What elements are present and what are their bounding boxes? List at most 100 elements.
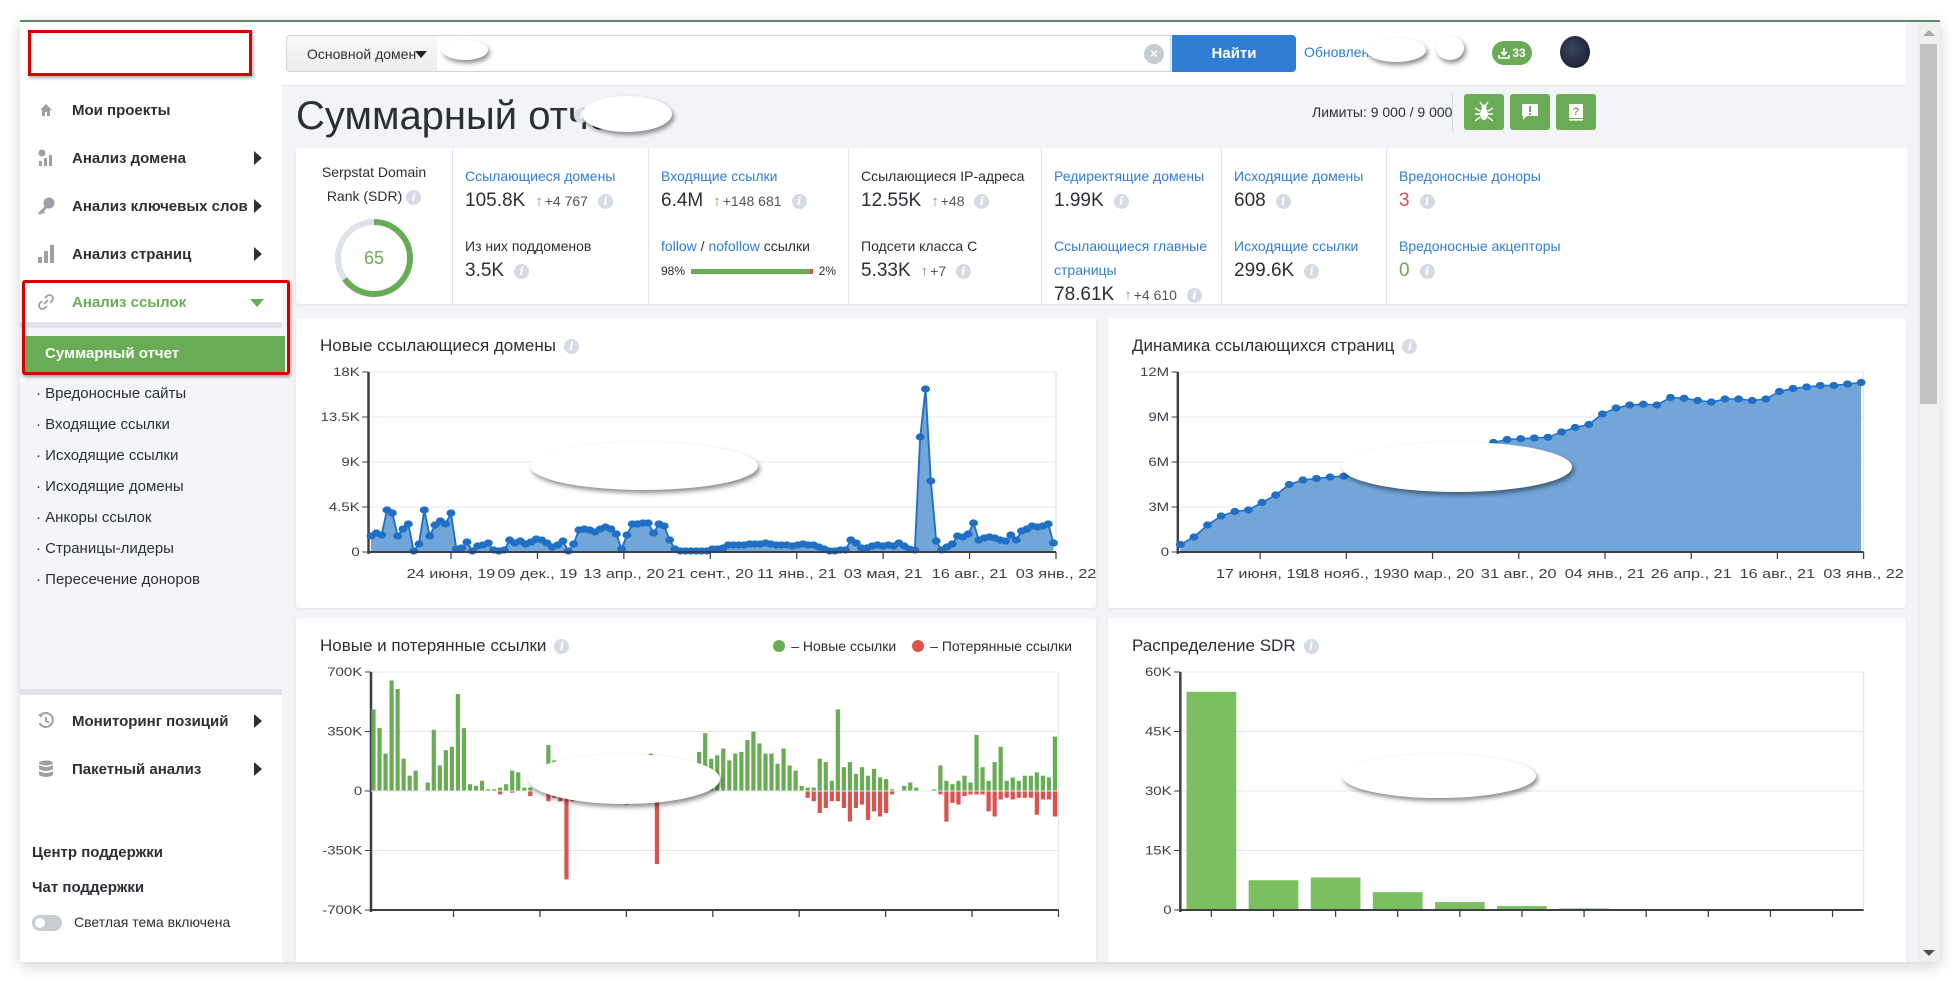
- info-icon[interactable]: i: [1419, 263, 1435, 279]
- bar-lost: [564, 791, 569, 880]
- sidebar-item-page-analysis[interactable]: Анализ страниц: [20, 230, 282, 278]
- data-point: [387, 509, 397, 517]
- main-pages-link[interactable]: Ссылающиеся главные страницы: [1054, 234, 1214, 282]
- info-icon[interactable]: i: [1186, 287, 1202, 303]
- out-domains-link[interactable]: Исходящие домены: [1234, 164, 1374, 188]
- bar-sdr: [1248, 880, 1299, 910]
- sidebar-item-position-monitoring[interactable]: Мониторинг позиций: [20, 702, 282, 740]
- avatar[interactable]: [1560, 36, 1590, 68]
- bar-new: [383, 753, 388, 791]
- support-chat-link[interactable]: Чат поддержки: [32, 879, 144, 896]
- bar-new: [516, 772, 521, 791]
- outgoing-block: Исходящие домены 608 i Исходящие ссылки 2…: [1221, 148, 1386, 304]
- scroll-thumb[interactable]: [1920, 44, 1937, 404]
- info-icon[interactable]: i: [406, 189, 422, 205]
- info-icon[interactable]: i: [1275, 193, 1291, 209]
- nofollow-link[interactable]: nofollow: [708, 238, 759, 254]
- info-icon[interactable]: i: [514, 263, 530, 279]
- x-tick-label: 13 апр., 20: [583, 567, 664, 581]
- malicious-donors-link[interactable]: Вредоносные доноры: [1399, 164, 1574, 188]
- redirect-domains-link[interactable]: Редиректящие домены: [1054, 164, 1209, 188]
- submenu-item[interactable]: · Исходящие домены: [36, 478, 184, 495]
- submenu-item[interactable]: · Входящие ссылки: [36, 416, 170, 433]
- y-tick-label: 9K: [341, 455, 359, 468]
- info-icon[interactable]: i: [974, 193, 990, 209]
- data-point: [947, 540, 957, 548]
- sidebar-item-link-analysis[interactable]: Анализ ссылок: [20, 278, 282, 326]
- bar-new: [914, 787, 919, 791]
- bar-new: [407, 775, 412, 791]
- sidebar-item-batch-analysis[interactable]: Пакетный анализ: [20, 740, 282, 798]
- y-tick-label: 15K: [1145, 844, 1172, 857]
- data-point: [1584, 420, 1594, 429]
- downloads-button[interactable]: 33: [1492, 41, 1532, 65]
- data-point: [1761, 395, 1771, 403]
- sidebar-item-domain-analysis[interactable]: Анализ домена: [20, 134, 282, 182]
- sidebar-item-label: Анализ ключевых слов: [72, 197, 248, 215]
- backlinks-link[interactable]: Входящие ссылки: [661, 164, 836, 188]
- submenu-item-summary-report[interactable]: Суммарный отчет: [23, 336, 285, 372]
- caret-down-icon: [415, 51, 427, 58]
- sidebar-item-projects[interactable]: Мои проекты: [20, 86, 282, 134]
- submenu-item-label: Вредоносные сайты: [45, 385, 187, 402]
- submenu-item[interactable]: · Пересечение доноров: [36, 571, 200, 588]
- data-point: [1516, 435, 1526, 443]
- info-icon[interactable]: i: [1419, 193, 1435, 209]
- malicious-acceptors-link[interactable]: Вредоносные акцепторы: [1399, 234, 1574, 258]
- info-icon[interactable]: i: [1113, 193, 1129, 209]
- help-book-icon: ?: [1569, 104, 1583, 121]
- clear-search-icon[interactable]: ×: [1144, 44, 1164, 64]
- ref-domains-link[interactable]: Ссылающиеся домены: [465, 164, 636, 188]
- sidebar-item-keyword-analysis[interactable]: Анализ ключевых слов: [20, 182, 282, 230]
- logo[interactable]: [28, 30, 252, 76]
- bar-chart-icon: [34, 244, 58, 264]
- data-point: [649, 529, 659, 537]
- y-tick-label: 60K: [1145, 665, 1172, 678]
- data-point: [1043, 520, 1053, 528]
- follow-link[interactable]: follow: [661, 238, 697, 254]
- out-links-link[interactable]: Исходящие ссылки: [1234, 234, 1374, 258]
- info-icon[interactable]: i: [1304, 263, 1320, 279]
- bar-new: [787, 765, 792, 791]
- redaction-cloud: [1436, 36, 1464, 60]
- bar-lost: [1022, 791, 1027, 798]
- y-tick-label: 700K: [327, 665, 362, 678]
- bug-icon: [1474, 101, 1494, 122]
- out-domains-value: 608: [1234, 190, 1266, 211]
- find-button[interactable]: Найти: [1172, 35, 1296, 72]
- chevron-right-icon: [254, 762, 262, 776]
- x-tick-label: 09 дек., 19: [498, 567, 578, 581]
- bar-lost: [1040, 791, 1046, 800]
- bar-new: [751, 731, 756, 791]
- data-point: [1679, 394, 1689, 402]
- domain-type-select[interactable]: Основной домен: [286, 35, 438, 72]
- submenu-item[interactable]: · Страницы-лидеры: [36, 540, 174, 557]
- scroll-down-arrow[interactable]: [1923, 950, 1935, 956]
- bar-new: [883, 779, 889, 791]
- info-icon[interactable]: i: [791, 193, 807, 209]
- submenu-item[interactable]: · Вредоносные сайты: [36, 385, 186, 402]
- arrow-up-icon: ↑: [1124, 286, 1132, 304]
- info-icon[interactable]: i: [956, 263, 972, 279]
- submenu-item-label: Входящие ссылки: [45, 416, 170, 433]
- search-input[interactable]: [437, 35, 1171, 72]
- page-scrollbar[interactable]: [1918, 22, 1940, 962]
- info-icon[interactable]: i: [597, 193, 613, 209]
- feedback-button[interactable]: [1510, 94, 1550, 130]
- submenu-item[interactable]: · Исходящие ссылки: [36, 447, 178, 464]
- ref-pages-dynamics-card: Динамика ссылающихся страниц i 0 3M 6M 9M 12M…: [1108, 318, 1906, 608]
- chevron-right-icon: [254, 199, 262, 213]
- data-point: [963, 530, 973, 538]
- scroll-up-arrow[interactable]: [1923, 30, 1935, 36]
- delta-value: +48: [940, 193, 965, 209]
- theme-toggle[interactable]: [32, 915, 62, 931]
- data-point: [1311, 474, 1321, 483]
- data-point: [1271, 491, 1281, 499]
- submenu-item[interactable]: · Анкоры ссылок: [36, 509, 151, 526]
- support-center-link[interactable]: Центр поддержки: [32, 844, 163, 861]
- limits-text: Лимиты: 9 000 / 9 000: [1312, 104, 1453, 120]
- ref-domains-block: Ссылающиеся домены 105.8K ↑ +4 767 i Из них…: [452, 148, 648, 304]
- help-button[interactable]: ?: [1556, 94, 1596, 130]
- bar-lost: [805, 791, 810, 798]
- audit-button[interactable]: [1464, 94, 1504, 130]
